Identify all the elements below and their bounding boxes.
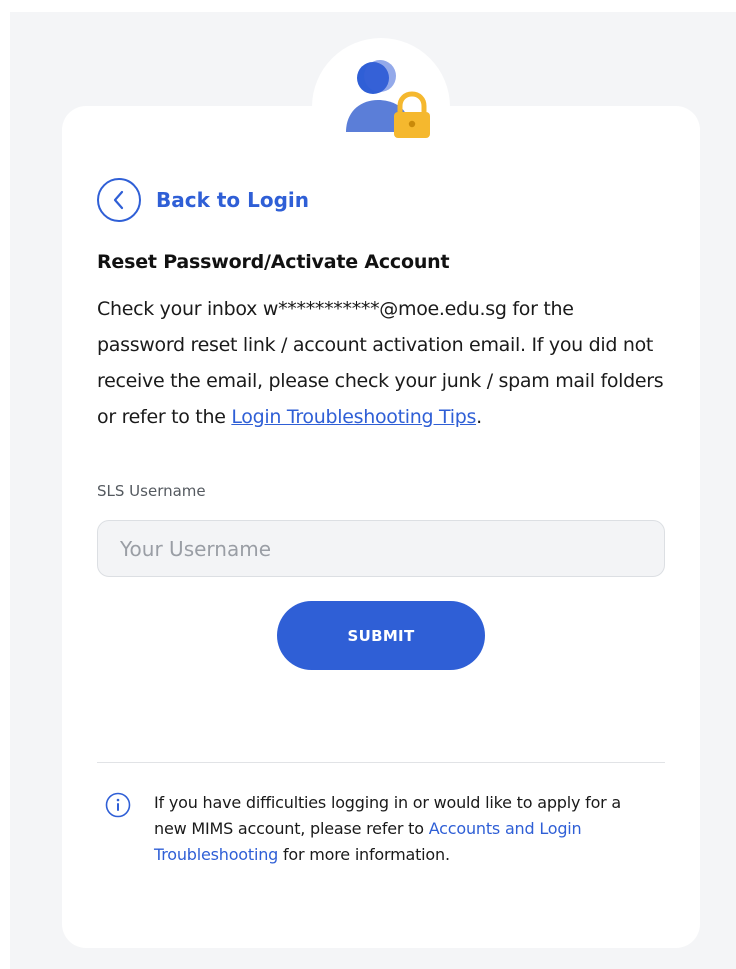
back-to-login-label[interactable]: Back to Login <box>156 188 309 212</box>
page-title: Reset Password/Activate Account <box>97 251 450 273</box>
info-icon <box>105 792 131 818</box>
back-to-login-link[interactable]: Back to Login <box>97 177 309 223</box>
chevron-left-icon <box>113 190 124 210</box>
reset-instructions: Check your inbox w***********@moe.edu.sg… <box>97 291 667 435</box>
instructions-end: . <box>476 406 482 428</box>
submit-button[interactable]: SUBMIT <box>277 601 485 670</box>
back-button[interactable] <box>97 178 141 222</box>
username-label: SLS Username <box>97 482 206 500</box>
info-text-end: for more information. <box>278 845 450 864</box>
divider <box>97 762 665 763</box>
info-message: If you have difficulties logging in or w… <box>154 790 644 868</box>
user-lock-icon <box>346 60 430 138</box>
username-input[interactable] <box>97 520 665 577</box>
login-troubleshooting-tips-link[interactable]: Login Troubleshooting Tips <box>231 406 476 428</box>
